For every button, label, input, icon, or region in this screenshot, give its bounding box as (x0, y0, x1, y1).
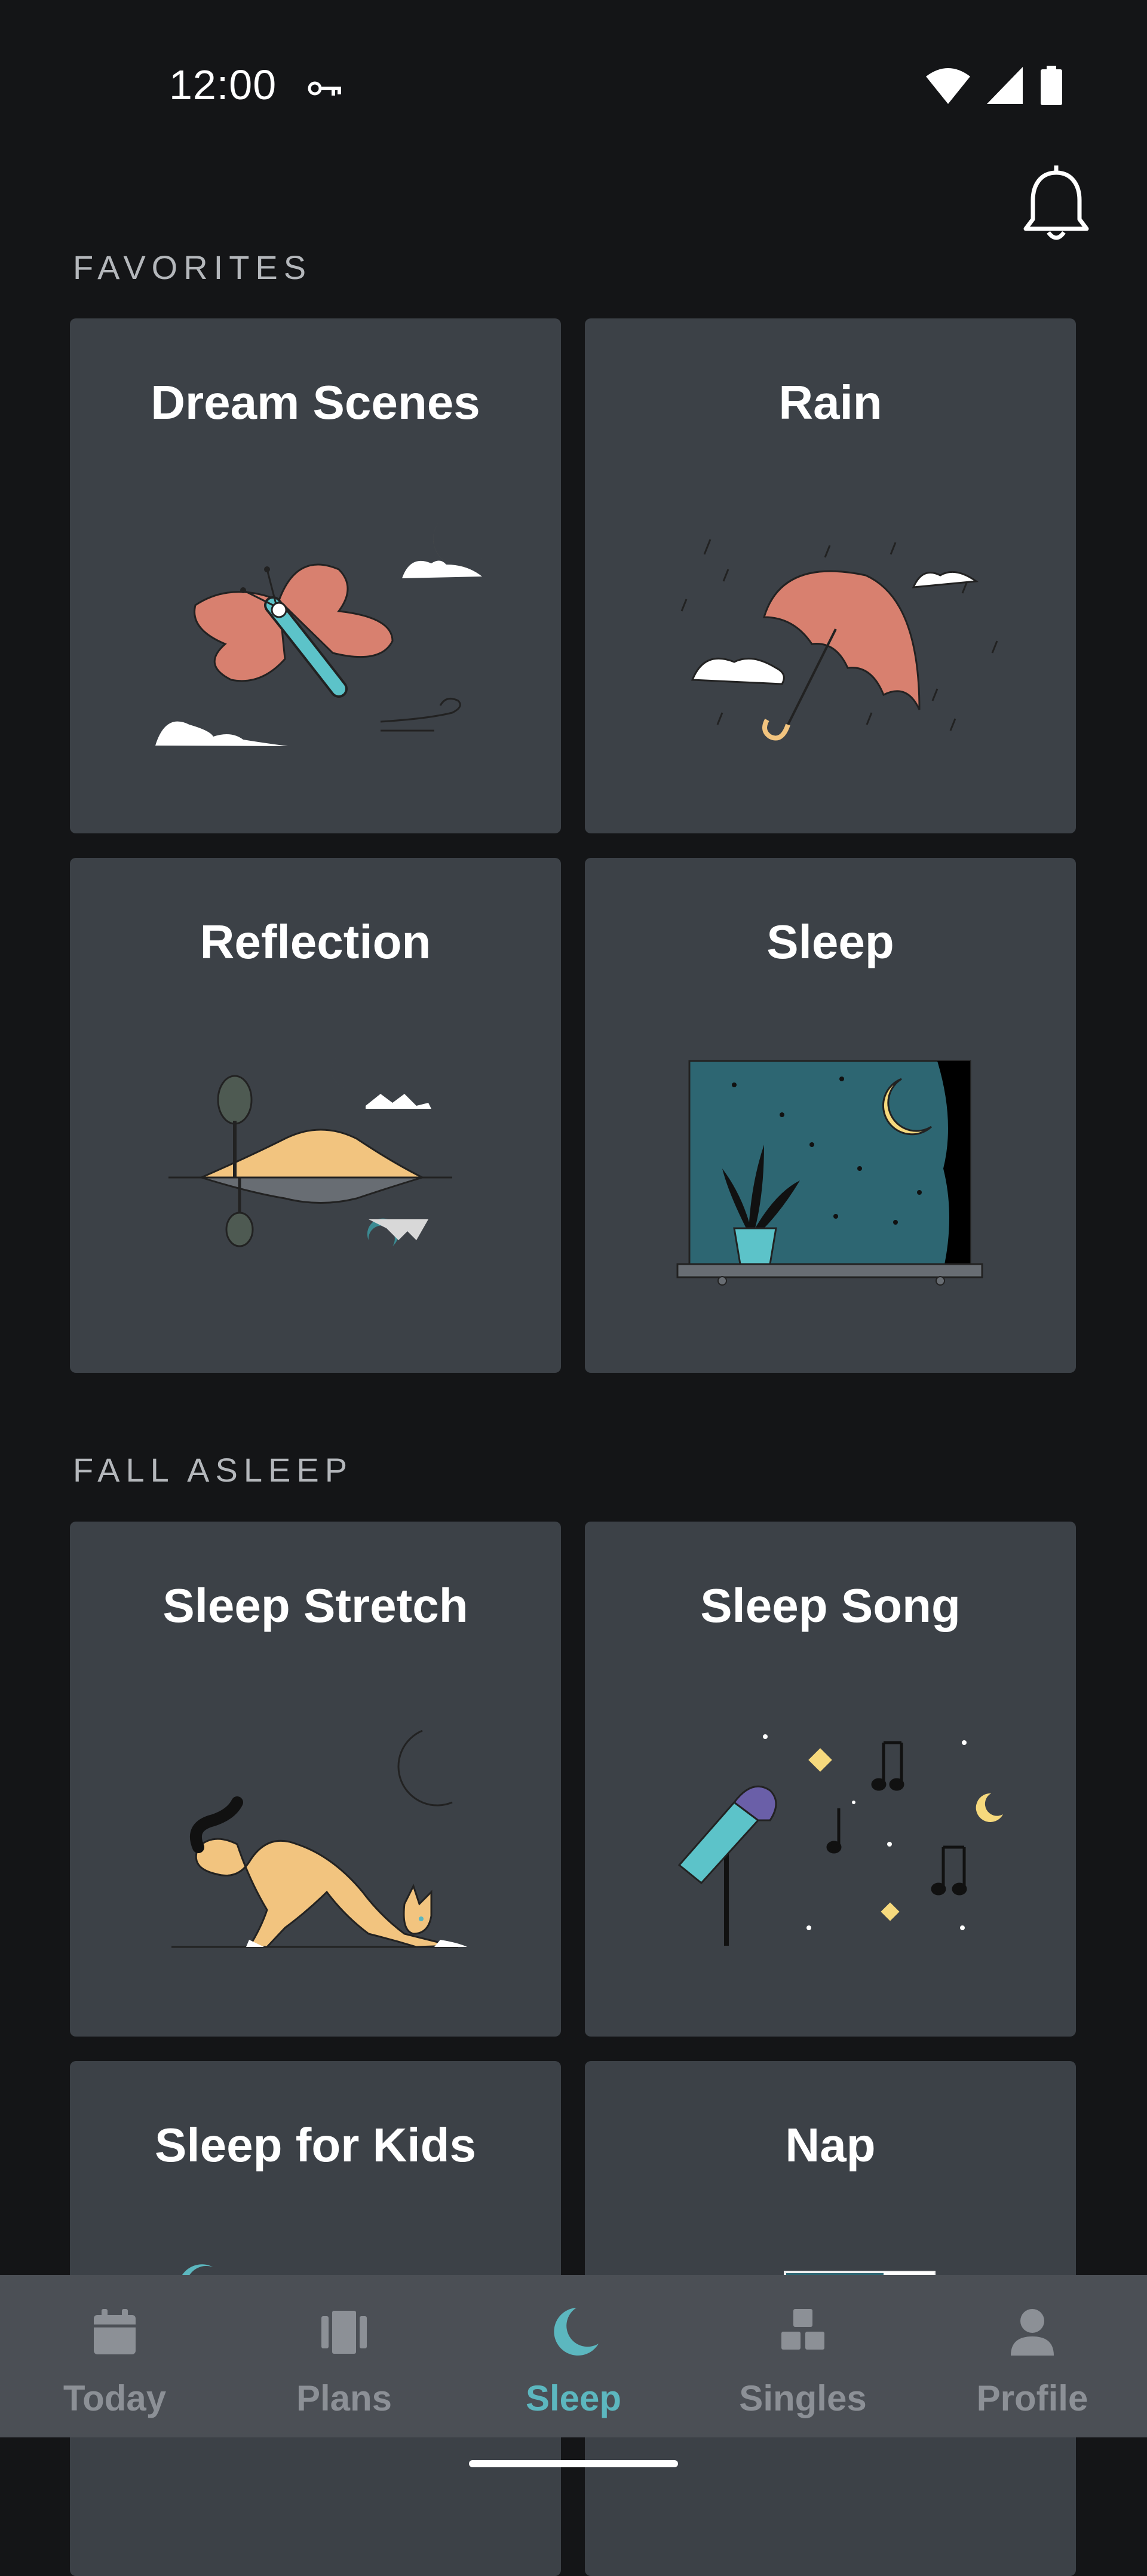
wifi-icon (926, 68, 970, 104)
card-rain[interactable]: Rain (585, 318, 1076, 833)
card-sleep-song[interactable]: Sleep Song (585, 1522, 1076, 2037)
section-title-favorites: FAVORITES (73, 249, 312, 286)
butterfly-illustration (155, 520, 482, 746)
card-sleep-stretch[interactable]: Sleep Stretch (70, 1522, 561, 2037)
nav-today[interactable]: Today (0, 2275, 229, 2437)
card-sleep[interactable]: Sleep (585, 858, 1076, 1373)
status-time: 12:00 (169, 62, 277, 108)
nav-label: Plans (296, 2378, 392, 2418)
cat-stretch-illustration (171, 1729, 467, 1948)
nav-plans[interactable]: Plans (229, 2275, 459, 2437)
nav-label: Profile (976, 2378, 1088, 2418)
plans-icon (321, 2311, 367, 2354)
umbrella-illustration (680, 539, 998, 741)
cellular-signal-icon (987, 67, 1023, 104)
card-reflection[interactable]: Reflection (70, 858, 561, 1373)
nav-profile[interactable]: Profile (918, 2275, 1147, 2437)
night-window-illustration (676, 1060, 983, 1286)
section-title-fall-asleep: FALL ASLEEP (73, 1451, 354, 1489)
bottom-navigation: Today Plans Sleep Singles Profile (0, 2275, 1147, 2437)
gesture-bar[interactable] (469, 2460, 678, 2467)
nav-label: Today (63, 2378, 167, 2418)
moon-icon (554, 2308, 599, 2356)
nav-label: Singles (739, 2378, 867, 2418)
nav-sleep[interactable]: Sleep (459, 2275, 688, 2437)
reflection-illustration (168, 1055, 452, 1247)
bell-icon[interactable] (1019, 164, 1094, 248)
card-dream-scenes[interactable]: Dream Scenes (70, 318, 561, 833)
status-bar: 12:00 (0, 0, 1147, 131)
singles-icon (781, 2309, 824, 2350)
calendar-icon (94, 2309, 136, 2354)
nav-label: Sleep (525, 2378, 622, 2418)
nav-singles[interactable]: Singles (688, 2275, 918, 2437)
person-icon (1011, 2309, 1054, 2356)
vpn-key-icon (308, 81, 341, 96)
battery-icon (1041, 66, 1062, 105)
microphone-illustration (677, 1734, 1003, 1946)
